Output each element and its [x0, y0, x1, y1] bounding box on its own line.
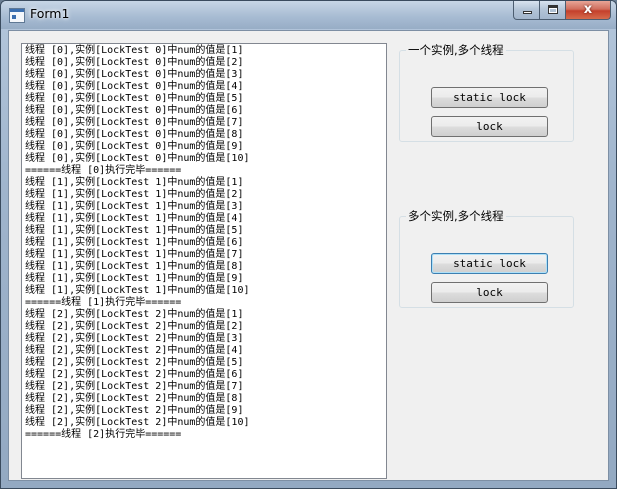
maximize-icon	[548, 5, 558, 14]
output-line: 线程 [1],实例[LockTest 1]中num的值是[2]	[25, 189, 244, 200]
output-line: 线程 [0],实例[LockTest 0]中num的值是[4]	[25, 81, 244, 92]
groupbox-caption: 一个实例,多个线程	[406, 42, 506, 58]
output-line: 线程 [2],实例[LockTest 2]中num的值是[2]	[25, 321, 244, 332]
output-line: 线程 [1],实例[LockTest 1]中num的值是[8]	[25, 261, 244, 272]
output-line: 线程 [0],实例[LockTest 0]中num的值是[3]	[25, 69, 244, 80]
groupbox-single-instance: 一个实例,多个线程 static lock lock	[399, 42, 574, 142]
output-line: 线程 [1],实例[LockTest 1]中num的值是[10]	[25, 285, 250, 296]
minimize-icon	[523, 11, 532, 14]
output-line: 线程 [0],实例[LockTest 0]中num的值是[9]	[25, 141, 244, 152]
output-line: 线程 [0],实例[LockTest 0]中num的值是[8]	[25, 129, 244, 140]
output-line: 线程 [2],实例[LockTest 2]中num的值是[10]	[25, 417, 250, 428]
maximize-button[interactable]	[540, 1, 566, 20]
output-line: 线程 [0],实例[LockTest 0]中num的值是[10]	[25, 153, 250, 164]
form-client-area: 线程 [0],实例[LockTest 0]中num的值是[1] 线程 [0],实例…	[8, 30, 609, 481]
output-line: 线程 [2],实例[LockTest 2]中num的值是[6]	[25, 369, 244, 380]
output-line: 线程 [0],实例[LockTest 0]中num的值是[5]	[25, 93, 244, 104]
output-line: 线程 [0],实例[LockTest 0]中num的值是[7]	[25, 117, 244, 128]
output-line: 线程 [0],实例[LockTest 0]中num的值是[2]	[25, 57, 244, 68]
output-line: 线程 [1],实例[LockTest 1]中num的值是[1]	[25, 177, 244, 188]
output-line: ======线程 [2]执行完毕======	[25, 429, 182, 440]
output-line: 线程 [2],实例[LockTest 2]中num的值是[1]	[25, 309, 244, 320]
form1-window: Form1 x 线程 [0],实例[LockTest 0]中num的值是[1] 线…	[0, 0, 617, 489]
single-instance-lock-button[interactable]: lock	[431, 116, 548, 137]
output-line: 线程 [2],实例[LockTest 2]中num的值是[7]	[25, 381, 244, 392]
output-line: 线程 [2],实例[LockTest 2]中num的值是[4]	[25, 345, 244, 356]
output-line: 线程 [1],实例[LockTest 1]中num的值是[3]	[25, 201, 244, 212]
multi-instance-lock-button[interactable]: lock	[431, 282, 548, 303]
output-line: 线程 [1],实例[LockTest 1]中num的值是[5]	[25, 225, 244, 236]
output-line: 线程 [1],实例[LockTest 1]中num的值是[9]	[25, 273, 244, 284]
app-icon[interactable]	[9, 8, 25, 23]
output-textbox[interactable]: 线程 [0],实例[LockTest 0]中num的值是[1] 线程 [0],实例…	[21, 43, 387, 479]
close-button[interactable]: x	[566, 1, 611, 20]
caption-buttons: x	[513, 1, 611, 20]
groupbox-caption: 多个实例,多个线程	[406, 208, 506, 224]
output-line: ======线程 [1]执行完毕======	[25, 297, 182, 308]
title-bar[interactable]: Form1 x	[1, 1, 616, 29]
output-line: 线程 [1],实例[LockTest 1]中num的值是[6]	[25, 237, 244, 248]
groupbox-multi-instance: 多个实例,多个线程 static lock lock	[399, 208, 574, 308]
multi-instance-static-lock-button[interactable]: static lock	[431, 253, 548, 274]
output-line: 线程 [2],实例[LockTest 2]中num的值是[3]	[25, 333, 244, 344]
output-line: 线程 [1],实例[LockTest 1]中num的值是[4]	[25, 213, 244, 224]
output-line: 线程 [2],实例[LockTest 2]中num的值是[9]	[25, 405, 244, 416]
close-icon: x	[583, 2, 593, 17]
single-instance-static-lock-button[interactable]: static lock	[431, 87, 548, 108]
output-lines: 线程 [0],实例[LockTest 0]中num的值是[1] 线程 [0],实例…	[25, 45, 250, 441]
window-title: Form1	[30, 6, 70, 21]
output-line: 线程 [2],实例[LockTest 2]中num的值是[5]	[25, 357, 244, 368]
output-line: 线程 [2],实例[LockTest 2]中num的值是[8]	[25, 393, 244, 404]
minimize-button[interactable]	[513, 1, 540, 20]
output-line: 线程 [0],实例[LockTest 0]中num的值是[1]	[25, 45, 244, 56]
output-line: ======线程 [0]执行完毕======	[25, 165, 182, 176]
output-line: 线程 [0],实例[LockTest 0]中num的值是[6]	[25, 105, 244, 116]
output-line: 线程 [1],实例[LockTest 1]中num的值是[7]	[25, 249, 244, 260]
